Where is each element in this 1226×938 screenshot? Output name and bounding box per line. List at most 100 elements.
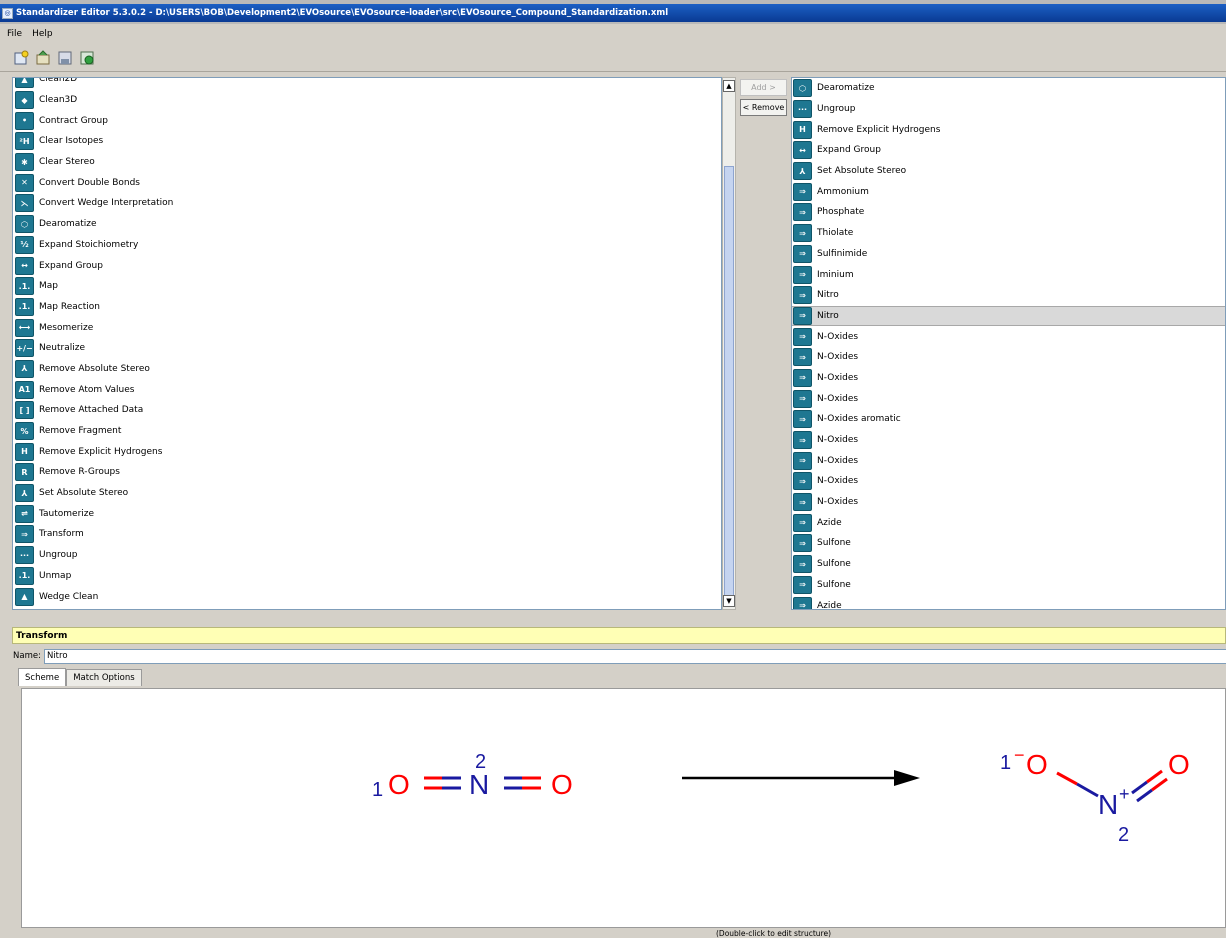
available-action-item[interactable]: R Remove R-Groups	[13, 462, 721, 483]
scroll-thumb[interactable]	[724, 166, 734, 596]
available-action-item[interactable]: % Remove Fragment	[13, 421, 721, 442]
selected-action-item-label: N-Oxides	[817, 497, 859, 508]
scroll-up-button[interactable]: ▲	[723, 80, 735, 92]
test-button[interactable]	[78, 49, 96, 67]
selected-action-item[interactable]: ⇒ N-Oxides aromatic	[792, 409, 1225, 430]
arrow-down-icon: ▼	[726, 597, 732, 605]
available-action-item[interactable]: ✱ Clear Stereo	[13, 152, 721, 173]
selected-action-item[interactable]: ⇒ N-Oxides	[792, 368, 1225, 389]
available-action-item-label: Remove Explicit Hydrogens	[39, 446, 163, 457]
available-action-item[interactable]: ⇌ Tautomerize	[13, 503, 721, 524]
selected-action-item-label: Thiolate	[817, 228, 854, 239]
available-action-item[interactable]: ↔ Expand Group	[13, 255, 721, 276]
selected-action-item[interactable]: ⇒ Nitro	[792, 305, 1225, 327]
available-action-item[interactable]: .1. Unmap	[13, 566, 721, 587]
transform-icon: ⇒	[793, 513, 812, 532]
available-action-item[interactable]: ··· Ungroup	[13, 545, 721, 566]
selected-action-item-label: Ammonium	[817, 186, 869, 197]
available-action-item-label: Expand Group	[39, 260, 103, 271]
available-action-item[interactable]: ▲ Wedge Clean	[13, 586, 721, 607]
selected-action-item[interactable]: ⇒ N-Oxides	[792, 388, 1225, 409]
selected-action-item[interactable]: ⇒ Phosphate	[792, 202, 1225, 223]
selected-action-item[interactable]: ··· Ungroup	[792, 99, 1225, 120]
available-action-item[interactable]: ²H Clear Isotopes	[13, 131, 721, 152]
selected-action-item[interactable]: ⇒ Iminium	[792, 264, 1225, 285]
selected-action-item[interactable]: ⇒ Sulfinimide	[792, 244, 1225, 265]
fragment-icon: %	[15, 422, 34, 441]
menu-bar: File Help	[0, 24, 1226, 44]
available-actions-list[interactable]: ▲ Clean2D ◆ Clean3D • Contract Group ²H Clear I…	[12, 77, 722, 610]
available-action-item[interactable]: ½ Expand Stoichiometry	[13, 235, 721, 256]
selected-action-item[interactable]: H Remove Explicit Hydrogens	[792, 119, 1225, 140]
remove-button[interactable]: < Remove	[740, 99, 787, 116]
available-action-item-label: Tautomerize	[39, 508, 95, 519]
add-button[interactable]: Add >	[740, 79, 787, 96]
available-action-item[interactable]: ⬡ Dearomatize	[13, 214, 721, 235]
selected-action-item[interactable]: ⇒ Sulfone	[792, 533, 1225, 554]
selected-action-item-label: N-Oxides	[817, 331, 859, 342]
transform-icon: ⇒	[793, 306, 812, 325]
transform-icon: ⇒	[793, 389, 812, 408]
dearomatize-icon: ⬡	[15, 215, 34, 234]
selected-action-item[interactable]: ⇒ N-Oxides	[792, 492, 1225, 513]
selected-action-item[interactable]: ⇒ N-Oxides	[792, 450, 1225, 471]
transform-icon: ⇒	[793, 203, 812, 222]
scroll-down-button[interactable]: ▼	[723, 595, 735, 607]
selected-actions-list[interactable]: ⬡ Dearomatize ··· Ungroup H Remove Explicit H…	[791, 77, 1226, 610]
selected-action-item[interactable]: ⇒ N-Oxides	[792, 430, 1225, 451]
selected-action-item[interactable]: ⇒ Thiolate	[792, 223, 1225, 244]
available-action-item-label: Wedge Clean	[39, 591, 99, 602]
selected-action-item[interactable]: ⇒ Ammonium	[792, 181, 1225, 202]
transform-icon: ⇒	[793, 327, 812, 346]
available-action-item[interactable]: A1 Remove Atom Values	[13, 379, 721, 400]
scheme-canvas[interactable]: 1 O 2 N O 1 − O N + O 2	[21, 688, 1226, 928]
name-input[interactable]: Nitro	[43, 648, 1226, 664]
save-button[interactable]	[56, 49, 74, 67]
available-action-item[interactable]: [ ] Remove Attached Data	[13, 400, 721, 421]
selected-action-item[interactable]: ⇒ Sulfone	[792, 554, 1225, 575]
selected-action-item-label: N-Oxides aromatic	[817, 414, 901, 425]
available-action-item[interactable]: .1. Map	[13, 276, 721, 297]
open-button[interactable]	[34, 49, 52, 67]
selected-action-item[interactable]: ⇒ Azide	[792, 595, 1225, 609]
available-action-item[interactable]: ▲ Clean2D	[13, 78, 721, 90]
available-action-item-label: Clean3D	[39, 95, 78, 106]
selected-action-item[interactable]: ⇒ N-Oxides	[792, 471, 1225, 492]
new-button[interactable]	[12, 49, 30, 67]
available-action-item[interactable]: • Contract Group	[13, 110, 721, 131]
selected-action-item[interactable]: ⇒ Sulfone	[792, 575, 1225, 596]
menu-file[interactable]: File	[7, 29, 22, 39]
attached-data-icon: [ ]	[15, 401, 34, 420]
tautomerize-icon: ⇌	[15, 504, 34, 523]
selected-action-item-label: Sulfone	[817, 538, 851, 549]
transform-icon: ⇒	[15, 525, 34, 544]
available-action-item[interactable]: +/− Neutralize	[13, 338, 721, 359]
selected-action-item[interactable]: ⇒ N-Oxides	[792, 347, 1225, 368]
available-action-item[interactable]: ◆ Clean3D	[13, 90, 721, 111]
selected-action-item[interactable]: ↔ Expand Group	[792, 140, 1225, 161]
transform-icon: ⇒	[793, 244, 812, 263]
app-icon: ◎	[2, 7, 13, 19]
available-action-item[interactable]: ⅄ Set Absolute Stereo	[13, 483, 721, 504]
selected-action-item-label: Nitro	[817, 310, 839, 321]
selected-action-item[interactable]: ⅄ Set Absolute Stereo	[792, 161, 1225, 182]
expand-group-icon: ↔	[793, 141, 812, 160]
available-action-item[interactable]: ⋋ Convert Wedge Interpretation	[13, 193, 721, 214]
selected-action-item[interactable]: ⬡ Dearomatize	[792, 78, 1225, 99]
available-action-item[interactable]: .1. Map Reaction	[13, 297, 721, 318]
available-action-item[interactable]: H Remove Explicit Hydrogens	[13, 441, 721, 462]
dearomatize-icon: ⬡	[793, 79, 812, 98]
selected-action-item[interactable]: ⇒ N-Oxides	[792, 326, 1225, 347]
tab-scheme[interactable]: Scheme	[18, 668, 67, 686]
menu-help[interactable]: Help	[32, 29, 53, 39]
left-list-scrollbar[interactable]: ▲ ▼	[722, 77, 736, 610]
selected-action-item[interactable]: ⇒ Azide	[792, 512, 1225, 533]
selected-action-item[interactable]: ⇒ Nitro	[792, 285, 1225, 306]
available-action-item[interactable]: ✕ Convert Double Bonds	[13, 172, 721, 193]
selected-action-item-label: N-Oxides	[817, 455, 859, 466]
tab-match-options[interactable]: Match Options	[66, 669, 142, 686]
available-action-item[interactable]: ⟷ Mesomerize	[13, 317, 721, 338]
neutralize-icon: +/−	[15, 339, 34, 358]
available-action-item[interactable]: ⇒ Transform	[13, 524, 721, 545]
available-action-item[interactable]: ⅄ Remove Absolute Stereo	[13, 359, 721, 380]
